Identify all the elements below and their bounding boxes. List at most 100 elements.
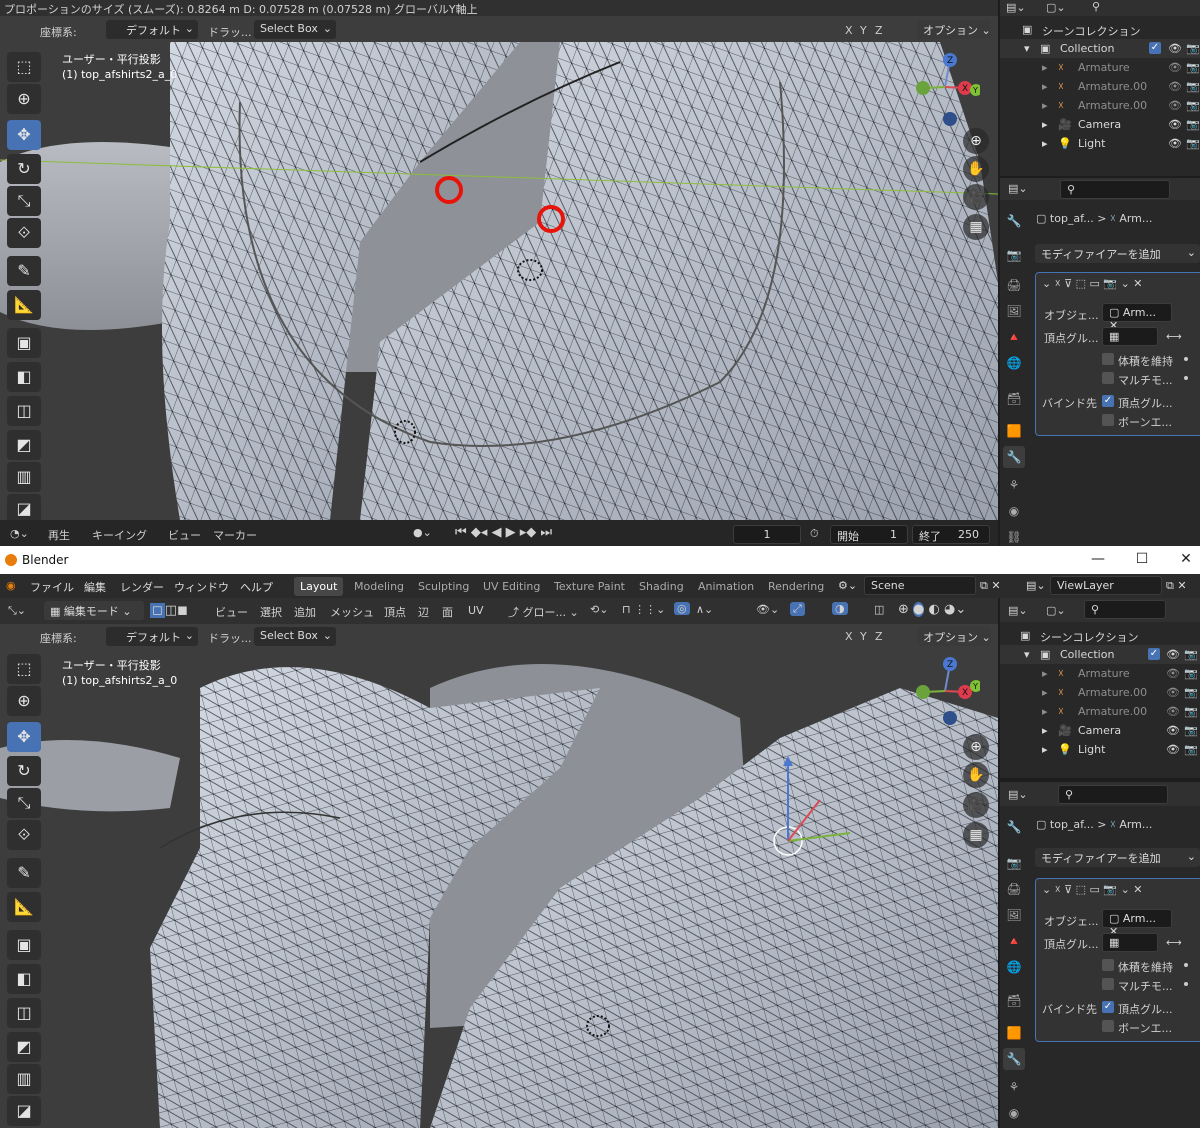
select-mode-icons[interactable]: ◻ ◫◼ bbox=[150, 603, 188, 618]
collection-tab[interactable]: 🗃 bbox=[1003, 388, 1025, 410]
scene-collection-row[interactable]: ▣ シーンコレクション bbox=[1000, 626, 1200, 645]
invert-icon[interactable]: ⟷ bbox=[1166, 936, 1182, 949]
outliner-item[interactable]: ▸ ☓ Armature.00 👁 📷 bbox=[1000, 77, 1200, 96]
axis-z-toggle[interactable]: Z bbox=[875, 24, 883, 37]
tab-uv-editing[interactable]: UV Editing bbox=[477, 577, 546, 596]
vertex-group-field[interactable]: ▦ bbox=[1102, 327, 1158, 346]
close-icon[interactable]: ✕ bbox=[1176, 549, 1196, 569]
zoom-icon[interactable]: ⊕ bbox=[963, 734, 989, 760]
eye-icon[interactable]: 👁 bbox=[1166, 648, 1180, 661]
transform-tool[interactable]: ⟐ bbox=[7, 820, 41, 850]
visibility-icon[interactable]: 👁⌄ bbox=[756, 603, 779, 616]
knife-tool[interactable]: ◪ bbox=[7, 1096, 41, 1126]
particles-tab[interactable]: ⚘ bbox=[1003, 1076, 1025, 1098]
keyframe-dot[interactable] bbox=[1184, 357, 1188, 361]
axis-x-toggle[interactable]: X bbox=[845, 630, 853, 643]
object-field[interactable]: ▢ Arm... ✕ bbox=[1102, 909, 1172, 938]
camera-view-icon[interactable]: 🎥 bbox=[963, 184, 989, 210]
editor-type-icon[interactable]: ▤⌄ bbox=[1008, 604, 1028, 617]
select-box-tool[interactable]: ⬚ bbox=[7, 52, 41, 82]
camera-render-icon[interactable]: 📷 bbox=[1186, 137, 1200, 150]
scene-field[interactable]: Scene bbox=[864, 576, 976, 595]
preserve-volume-checkbox[interactable] bbox=[1102, 959, 1114, 971]
world-tab[interactable]: 🌐 bbox=[1003, 352, 1025, 374]
mode-dropdown[interactable]: ▦ 編集モード ⌄ bbox=[44, 601, 144, 620]
tool-tab[interactable]: 🔧 bbox=[1003, 816, 1025, 838]
exclude-checkbox[interactable]: ✓ bbox=[1148, 648, 1160, 660]
preserve-volume-checkbox[interactable] bbox=[1102, 353, 1114, 365]
editor-type-icon[interactable]: ▤⌄ bbox=[1008, 788, 1028, 801]
falloff-icon[interactable]: ∧⌄ bbox=[696, 603, 713, 616]
menu-help[interactable]: ヘルプ bbox=[240, 579, 273, 595]
scale-tool[interactable]: ⤡ bbox=[7, 186, 41, 216]
view-layer-field[interactable]: ViewLayer bbox=[1050, 576, 1162, 595]
add-menu[interactable]: 追加 bbox=[294, 604, 316, 620]
playback-controls[interactable]: ⏮ ◆◂ ◀ ▶ ▸◆ ⏭ bbox=[455, 525, 552, 540]
mesh-menu[interactable]: メッシュ bbox=[330, 604, 374, 620]
scene-tab[interactable]: 🔺 bbox=[1003, 930, 1025, 952]
outliner-item[interactable]: ▸ ☓ Armature.00 👁 📷 bbox=[1000, 683, 1200, 702]
minimize-icon[interactable]: — bbox=[1088, 549, 1108, 569]
properties-search[interactable]: ⚲ bbox=[1058, 785, 1168, 804]
orientation-dropdown[interactable]: デフォルト ⌄ bbox=[106, 627, 198, 646]
face-menu[interactable]: 面 bbox=[442, 604, 453, 620]
scene-tab[interactable]: 🔺 bbox=[1003, 326, 1025, 348]
drag-dropdown[interactable]: Select Box ⌄ bbox=[254, 627, 336, 646]
physics-tab[interactable]: ◉ bbox=[1003, 500, 1025, 522]
multi-modifier-checkbox[interactable] bbox=[1102, 372, 1114, 384]
output-tab[interactable]: 🖨 bbox=[1003, 878, 1025, 900]
editor-type-icon[interactable]: ▤⌄ bbox=[1008, 182, 1028, 195]
shading-mode-icons[interactable]: ⊕ ● ◐ ◕⌄ bbox=[898, 602, 966, 617]
collection-tab[interactable]: 🗃 bbox=[1003, 990, 1025, 1012]
navigation-gizmo[interactable]: Z X Y bbox=[910, 52, 980, 132]
view-layer-icon[interactable]: ▤⌄ bbox=[1026, 579, 1046, 592]
outliner-item[interactable]: ▸ ☓ Armature.00 👁 📷 bbox=[1000, 96, 1200, 115]
start-frame-field[interactable]: 開始 1 bbox=[830, 525, 908, 544]
vertex-group-field[interactable]: ▦ bbox=[1102, 933, 1158, 952]
cursor-tool[interactable]: ⊕ bbox=[7, 686, 41, 716]
bind-bone-envelopes-checkbox[interactable] bbox=[1102, 1020, 1114, 1032]
loopcut-tool[interactable]: ▥ bbox=[7, 462, 41, 492]
transform-tool[interactable]: ⟐ bbox=[7, 218, 41, 248]
move-tool[interactable]: ✥ bbox=[7, 120, 41, 150]
camera-render-icon[interactable]: 📷 bbox=[1186, 118, 1200, 131]
drag-dropdown[interactable]: Select Box ⌄ bbox=[254, 20, 336, 39]
end-frame-field[interactable]: 終了 250 bbox=[912, 525, 990, 544]
tab-modeling[interactable]: Modeling bbox=[348, 577, 410, 596]
tab-animation[interactable]: Animation bbox=[692, 577, 760, 596]
eye-icon[interactable]: 👁 bbox=[1168, 99, 1182, 112]
keyframe-dot[interactable] bbox=[1184, 982, 1188, 986]
tool-tab[interactable]: 🔧 bbox=[1003, 210, 1025, 232]
object-field[interactable]: ▢ Arm... ✕ bbox=[1102, 303, 1172, 332]
eye-icon[interactable]: 👁 bbox=[1166, 743, 1180, 756]
menu-edit[interactable]: 編集 bbox=[84, 579, 106, 595]
tab-rendering[interactable]: Rendering bbox=[762, 577, 830, 596]
new-scene-icon[interactable]: ⧉ ✕ bbox=[980, 579, 1001, 593]
snap-icon[interactable]: ⊓ ⋮⋮⌄ bbox=[622, 603, 665, 616]
add-cube-tool[interactable]: ▣ bbox=[7, 328, 41, 358]
camera-render-icon[interactable]: 📷 bbox=[1184, 686, 1198, 699]
menu-window[interactable]: ウィンドウ bbox=[174, 579, 229, 595]
add-modifier-button[interactable]: モディファイアーを追加 ⌄ bbox=[1035, 848, 1200, 867]
collection-row[interactable]: ▾ ▣ Collection ✓ 👁 📷 bbox=[1000, 39, 1200, 58]
rotate-tool[interactable]: ↻ bbox=[7, 756, 41, 786]
tab-layout[interactable]: Layout bbox=[294, 577, 344, 596]
modifier-header-icons[interactable]: ⌄ ☓ ⊽ ⬚ ▭ 📷 ⌄ ✕ bbox=[1042, 277, 1143, 290]
current-frame-field[interactable]: 1 bbox=[733, 525, 801, 544]
outliner-item[interactable]: ▸ ☓ Armature 👁 📷 bbox=[1000, 664, 1200, 683]
zoom-icon[interactable]: ⊕ bbox=[963, 128, 989, 154]
outliner-item[interactable]: ▸ 💡 Light 👁 📷 bbox=[1000, 134, 1200, 153]
render-tab[interactable]: 📷 bbox=[1003, 244, 1025, 266]
options-dropdown[interactable]: オプション ⌄ bbox=[917, 20, 991, 39]
viewport-3d-bottom[interactable]: ユーザー・平行投影 (1) top_afshirts2_a_0 ⬚ ⊕ ✥ ↻ … bbox=[0, 648, 998, 1128]
eye-icon[interactable]: 👁 bbox=[1166, 724, 1180, 737]
inset-tool[interactable]: ◫ bbox=[7, 396, 41, 426]
bevel-tool[interactable]: ◩ bbox=[7, 1032, 41, 1062]
eye-icon[interactable]: 👁 bbox=[1168, 137, 1182, 150]
pivot-icon[interactable]: ⟲⌄ bbox=[590, 603, 608, 616]
cursor-tool[interactable]: ⊕ bbox=[7, 84, 41, 114]
add-cube-tool[interactable]: ▣ bbox=[7, 930, 41, 960]
camera-render-icon[interactable]: 📷 bbox=[1184, 705, 1198, 718]
physics-tab[interactable]: ◉ bbox=[1003, 1102, 1025, 1124]
view-layer-tab[interactable]: 🖼 bbox=[1003, 904, 1025, 926]
